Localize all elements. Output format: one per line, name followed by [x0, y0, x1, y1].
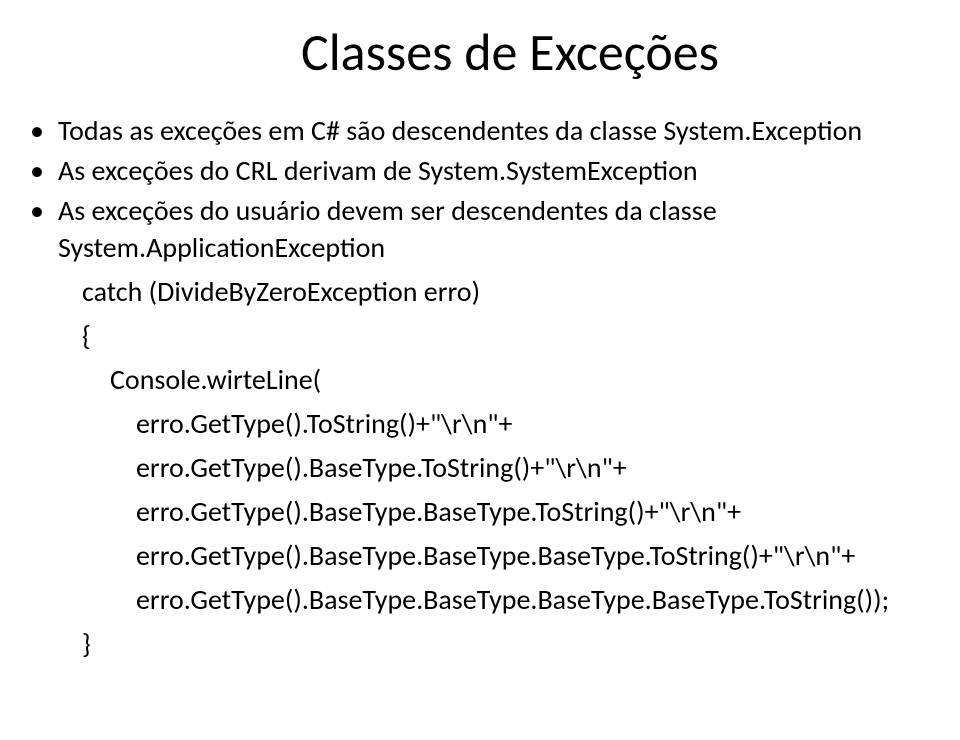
code-line: } — [82, 623, 920, 665]
code-line: erro.GetType().ToString()+"\r\n"+ — [82, 403, 920, 445]
code-line: erro.GetType().BaseType.ToString()+"\r\n… — [82, 447, 920, 489]
bullet-item: As exceções do usuário devem ser descend… — [20, 192, 920, 268]
code-line: catch (DivideByZeroException erro) — [82, 271, 920, 313]
code-block: catch (DivideByZeroException erro) { Con… — [20, 271, 920, 665]
code-line: erro.GetType().BaseType.BaseType.ToStrin… — [82, 491, 920, 533]
code-line: erro.GetType().BaseType.BaseType.BaseTyp… — [82, 535, 920, 577]
bullet-item: Todas as exceções em C# são descendentes… — [20, 112, 920, 150]
code-line: { — [82, 315, 920, 357]
code-line: Console.wirteLine( — [82, 359, 920, 401]
bullet-item: As exceções do CRL derivam de System.Sys… — [20, 152, 920, 190]
code-line: erro.GetType().BaseType.BaseType.BaseTyp… — [82, 579, 920, 621]
bullet-list: Todas as exceções em C# são descendentes… — [20, 112, 920, 267]
slide-title: Classes de Exceções — [100, 20, 920, 84]
